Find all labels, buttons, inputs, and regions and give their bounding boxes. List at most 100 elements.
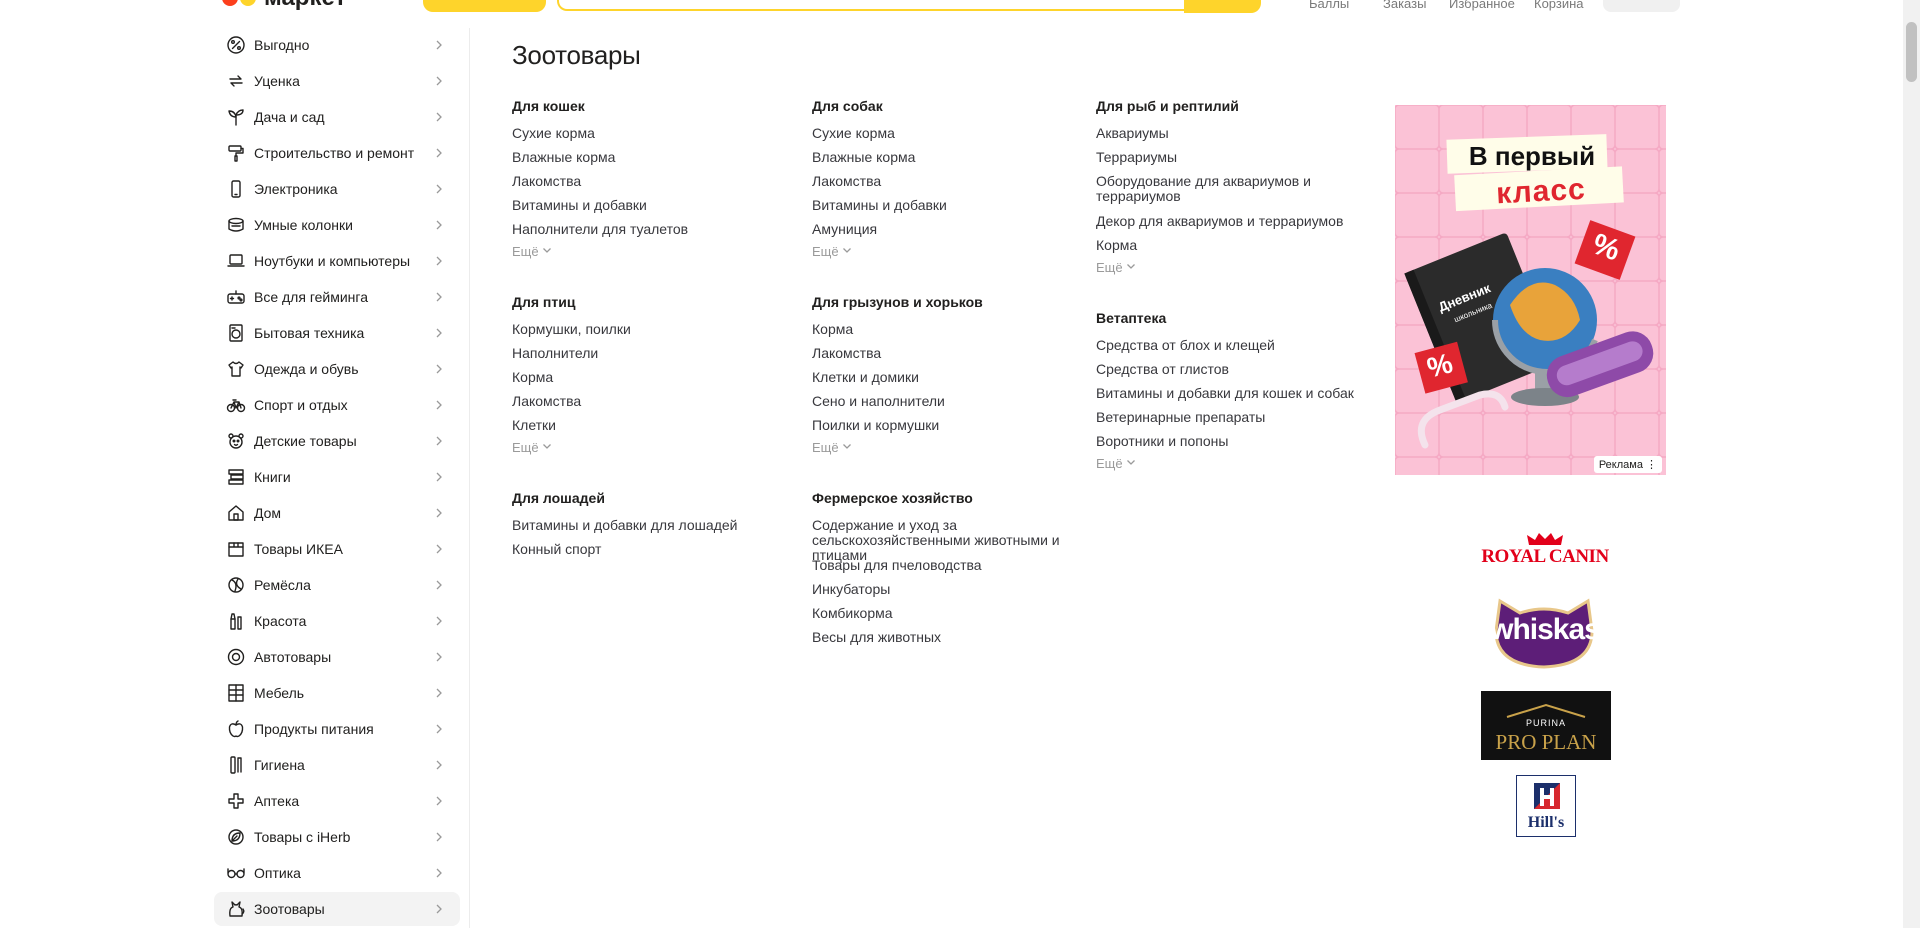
category-link[interactable]: Влажные корма [812, 150, 1072, 165]
brand-hills[interactable]: Hill's [1516, 775, 1576, 837]
sidebar-item[interactable]: Автотовары [214, 640, 460, 674]
category-link[interactable]: Сухие корма [512, 126, 772, 141]
login-button[interactable] [1603, 0, 1680, 12]
sidebar-item[interactable]: Книги [214, 460, 460, 494]
sidebar-item[interactable]: Товары с iHerb [214, 820, 460, 854]
category-heading[interactable]: Для грызунов и хорьков [812, 294, 983, 310]
gamepad-icon [226, 287, 246, 307]
sidebar-item[interactable]: Одежда и обувь [214, 352, 460, 386]
sidebar-item[interactable]: Мебель [214, 676, 460, 710]
search-button[interactable] [1184, 0, 1261, 13]
category-link[interactable]: Лакомства [812, 346, 1072, 361]
category-link[interactable]: Сухие корма [812, 126, 1072, 141]
category-link[interactable]: Конный спорт [512, 542, 772, 557]
category-link[interactable]: Витамины и добавки для кошек и собак [1096, 386, 1376, 401]
header-link-cart[interactable]: Корзина [1534, 0, 1584, 12]
sidebar-item[interactable]: Спорт и отдых [214, 388, 460, 422]
ad-label[interactable]: Реклама ⋮ [1593, 456, 1662, 473]
cat-icon [226, 899, 246, 919]
search-input[interactable] [557, 0, 1261, 11]
more-vertical-icon: ⋮ [1646, 459, 1657, 471]
category-link[interactable]: Корма [1096, 238, 1376, 253]
sidebar-item[interactable]: Выгодно [214, 28, 460, 62]
header-link-orders[interactable]: Заказы [1383, 0, 1426, 12]
more-link-label: Ещё [812, 440, 839, 455]
sidebar-item[interactable]: Продукты питания [214, 712, 460, 746]
category-link[interactable]: Корма [512, 370, 772, 385]
header-link-favorites[interactable]: Избранное [1449, 0, 1515, 12]
sidebar-item[interactable]: Бытовая техника [214, 316, 460, 350]
sidebar-item[interactable]: Детские товары [214, 424, 460, 458]
sidebar-item[interactable]: Все для гейминга [214, 280, 460, 314]
category-link[interactable]: Аквариумы [1096, 126, 1376, 141]
category-link[interactable]: Лакомства [512, 174, 772, 189]
sidebar-item[interactable]: Дача и сад [214, 100, 460, 134]
header-link-points[interactable]: Баллы [1309, 0, 1349, 12]
category-link[interactable]: Наполнители [512, 346, 772, 361]
sidebar-item[interactable]: Зоотовары [214, 892, 460, 926]
category-link[interactable]: Витамины и добавки для лошадей [512, 518, 772, 533]
category-link[interactable]: Ветеринарные препараты [1096, 410, 1376, 425]
market-logo[interactable]: маркет [222, 0, 346, 10]
category-link[interactable]: Товары для пчеловодства [812, 558, 1072, 573]
sidebar-item[interactable]: Строительство и ремонт [214, 136, 460, 170]
page-scrollbar-thumb[interactable] [1906, 22, 1917, 82]
more-link[interactable]: Ещё [812, 244, 853, 259]
category-heading[interactable]: Для лошадей [512, 490, 605, 506]
category-link[interactable]: Оборудование для аквариумов и террариумо… [1096, 174, 1376, 204]
category-link[interactable]: Клетки [512, 418, 772, 433]
sidebar-item[interactable]: Оптика [214, 856, 460, 890]
sidebar-item[interactable]: Аптека [214, 784, 460, 818]
sidebar-item[interactable]: Товары ИКЕА [214, 532, 460, 566]
brand-whiskas[interactable]: whiskas [1480, 591, 1610, 669]
category-link[interactable]: Инкубаторы [812, 582, 1072, 597]
chevron-right-icon [432, 722, 446, 736]
sidebar-item[interactable]: Ноутбуки и компьютеры [214, 244, 460, 278]
page-scrollbar[interactable] [1903, 0, 1920, 928]
category-link[interactable]: Комбикорма [812, 606, 1072, 621]
category-heading[interactable]: Ветаптека [1096, 310, 1166, 326]
brand-purina-pro-plan[interactable]: PURINA PRO PLAN [1481, 691, 1611, 760]
catalog-button[interactable] [423, 0, 546, 12]
category-link[interactable]: Амуниция [812, 222, 1072, 237]
category-link[interactable]: Корма [812, 322, 1072, 337]
category-link[interactable]: Наполнители для туалетов [512, 222, 772, 237]
sidebar-item[interactable]: Гигиена [214, 748, 460, 782]
ad-banner[interactable]: В первый класс Дневник школьника % % Рек… [1395, 105, 1666, 475]
more-link[interactable]: Ещё [1096, 260, 1137, 275]
category-heading[interactable]: Для птиц [512, 294, 575, 310]
category-link[interactable]: Террариумы [1096, 150, 1376, 165]
category-link[interactable]: Сено и наполнители [812, 394, 1072, 409]
more-link[interactable]: Ещё [512, 244, 553, 259]
category-heading[interactable]: Для собак [812, 98, 883, 114]
category-link[interactable]: Влажные корма [512, 150, 772, 165]
paint-roller-icon [226, 143, 246, 163]
brand-royal-canin[interactable]: ROYAL CANIN [1480, 530, 1610, 570]
more-link[interactable]: Ещё [812, 440, 853, 455]
category-link[interactable]: Витамины и добавки [812, 198, 1072, 213]
category-link[interactable]: Воротники и попоны [1096, 434, 1376, 449]
sidebar-item[interactable]: Электроника [214, 172, 460, 206]
sidebar-item[interactable]: Красота [214, 604, 460, 638]
more-link[interactable]: Ещё [1096, 456, 1137, 471]
ad-label-text: Реклама [1598, 459, 1643, 471]
sidebar-item[interactable]: Дом [214, 496, 460, 530]
category-heading[interactable]: Для рыб и рептилий [1096, 98, 1239, 114]
category-link[interactable]: Поилки и кормушки [812, 418, 1072, 433]
category-link[interactable]: Витамины и добавки [512, 198, 772, 213]
category-link[interactable]: Средства от глистов [1096, 362, 1376, 377]
more-link[interactable]: Ещё [512, 440, 553, 455]
category-heading[interactable]: Для кошек [512, 98, 585, 114]
category-link[interactable]: Средства от блох и клещей [1096, 338, 1376, 353]
category-link[interactable]: Весы для животных [812, 630, 1072, 645]
sidebar-item[interactable]: Умные колонки [214, 208, 460, 242]
category-heading[interactable]: Фермерское хозяйство [812, 490, 973, 506]
category-link[interactable]: Декор для аквариумов и террариумов [1096, 214, 1376, 229]
category-link[interactable]: Лакомства [812, 174, 1072, 189]
category-link[interactable]: Клетки и домики [812, 370, 1072, 385]
more-link-label: Ещё [1096, 260, 1123, 275]
category-link[interactable]: Кормушки, поилки [512, 322, 772, 337]
sidebar-item[interactable]: Ремёсла [214, 568, 460, 602]
category-link[interactable]: Лакомства [512, 394, 772, 409]
sidebar-item[interactable]: Уценка [214, 64, 460, 98]
